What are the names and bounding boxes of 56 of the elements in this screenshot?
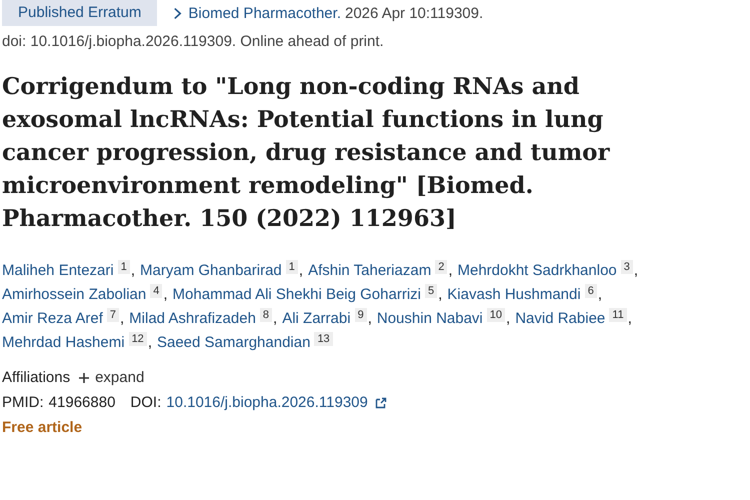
- separator: ,: [634, 262, 638, 279]
- affiliation-number[interactable]: 2: [435, 260, 448, 274]
- affiliation-number[interactable]: 5: [425, 284, 438, 298]
- separator: ,: [628, 310, 632, 327]
- affiliation-number[interactable]: 11: [609, 308, 627, 322]
- author-link[interactable]: Amir Reza Aref: [2, 310, 103, 327]
- free-article-label: Free article: [2, 419, 84, 436]
- separator: ,: [368, 310, 372, 327]
- separator: ,: [448, 262, 452, 279]
- author-link[interactable]: Kiavash Hushmandi: [447, 286, 581, 303]
- author-link[interactable]: Mehrdokht Sadrkhanloo: [457, 262, 617, 279]
- doi-label: DOI:: [130, 394, 162, 411]
- chevron-icon: [173, 6, 182, 20]
- article-title: Corrigendum to "Long non-coding RNAs and exosomal lncRNAs: Potential functions in lung cancer progression, drug resistance and tumor microenvironment remodeling" [Biomed. Pharmacother. 150 (2022) 112963]: [2, 72, 611, 234]
- affiliation-number[interactable]: 10: [486, 308, 506, 322]
- affiliation-number[interactable]: 6: [584, 284, 597, 298]
- separator: ,: [130, 262, 136, 279]
- affiliation-number[interactable]: 4: [150, 284, 162, 298]
- pmid-label: PMID:: [2, 394, 44, 411]
- plus-icon: [78, 372, 90, 384]
- affiliation-number[interactable]: 3: [620, 260, 633, 274]
- separator: ,: [506, 310, 510, 327]
- affiliation-number[interactable]: 1: [118, 260, 130, 274]
- doi-line: doi: 10.1016/j.biopha.2026.119309. Online ahead of print.: [2, 33, 385, 50]
- separator: ,: [163, 286, 168, 303]
- author-link[interactable]: Maliheh Entezari: [2, 262, 114, 279]
- separator: ,: [438, 286, 442, 303]
- separator: ,: [298, 262, 304, 279]
- pmid-value: 41966880: [48, 394, 116, 411]
- affiliation-number[interactable]: 12: [128, 332, 147, 346]
- affiliation-number[interactable]: 8: [260, 308, 272, 322]
- author-link[interactable]: Navid Rabiee: [515, 310, 606, 327]
- affiliations-label: Affiliations: [2, 369, 70, 386]
- author-link[interactable]: Afshin Taheriazam: [308, 262, 432, 279]
- doi-link[interactable]: 10.1016/j.biopha.2026.119309: [166, 394, 368, 411]
- article-type-badge: Published Erratum: [2, 0, 158, 26]
- author-link[interactable]: Mohammad Ali Shekhi Beig Goharrizi: [172, 286, 421, 303]
- citation-details: 2026 Apr 10:119309.: [344, 4, 484, 22]
- author-link[interactable]: Amirhossein Zabolian: [2, 286, 146, 303]
- expand-toggle[interactable]: expand: [78, 369, 144, 386]
- external-link-icon: [374, 396, 387, 408]
- author-link[interactable]: Milad Ashrafizadeh: [129, 310, 256, 327]
- journal-link[interactable]: Biomed Pharmacother.: [173, 4, 341, 22]
- author-link[interactable]: Saeed Samarghandian: [156, 334, 310, 351]
- author-link[interactable]: Ali Zarrabi: [282, 310, 351, 327]
- affiliation-number[interactable]: 9: [354, 308, 367, 322]
- author-link[interactable]: Mehrdad Hashemi: [2, 334, 125, 351]
- affiliation-number[interactable]: 13: [314, 332, 333, 346]
- separator: ,: [120, 310, 124, 327]
- affiliation-number[interactable]: 7: [106, 308, 119, 322]
- separator: ,: [273, 310, 278, 327]
- affiliation-number[interactable]: 1: [286, 260, 298, 274]
- author-link[interactable]: Noushin Nabavi: [376, 310, 483, 327]
- separator: ,: [598, 286, 602, 303]
- author-link[interactable]: Maryam Ghanbarirad: [140, 262, 282, 279]
- separator: ,: [148, 334, 152, 351]
